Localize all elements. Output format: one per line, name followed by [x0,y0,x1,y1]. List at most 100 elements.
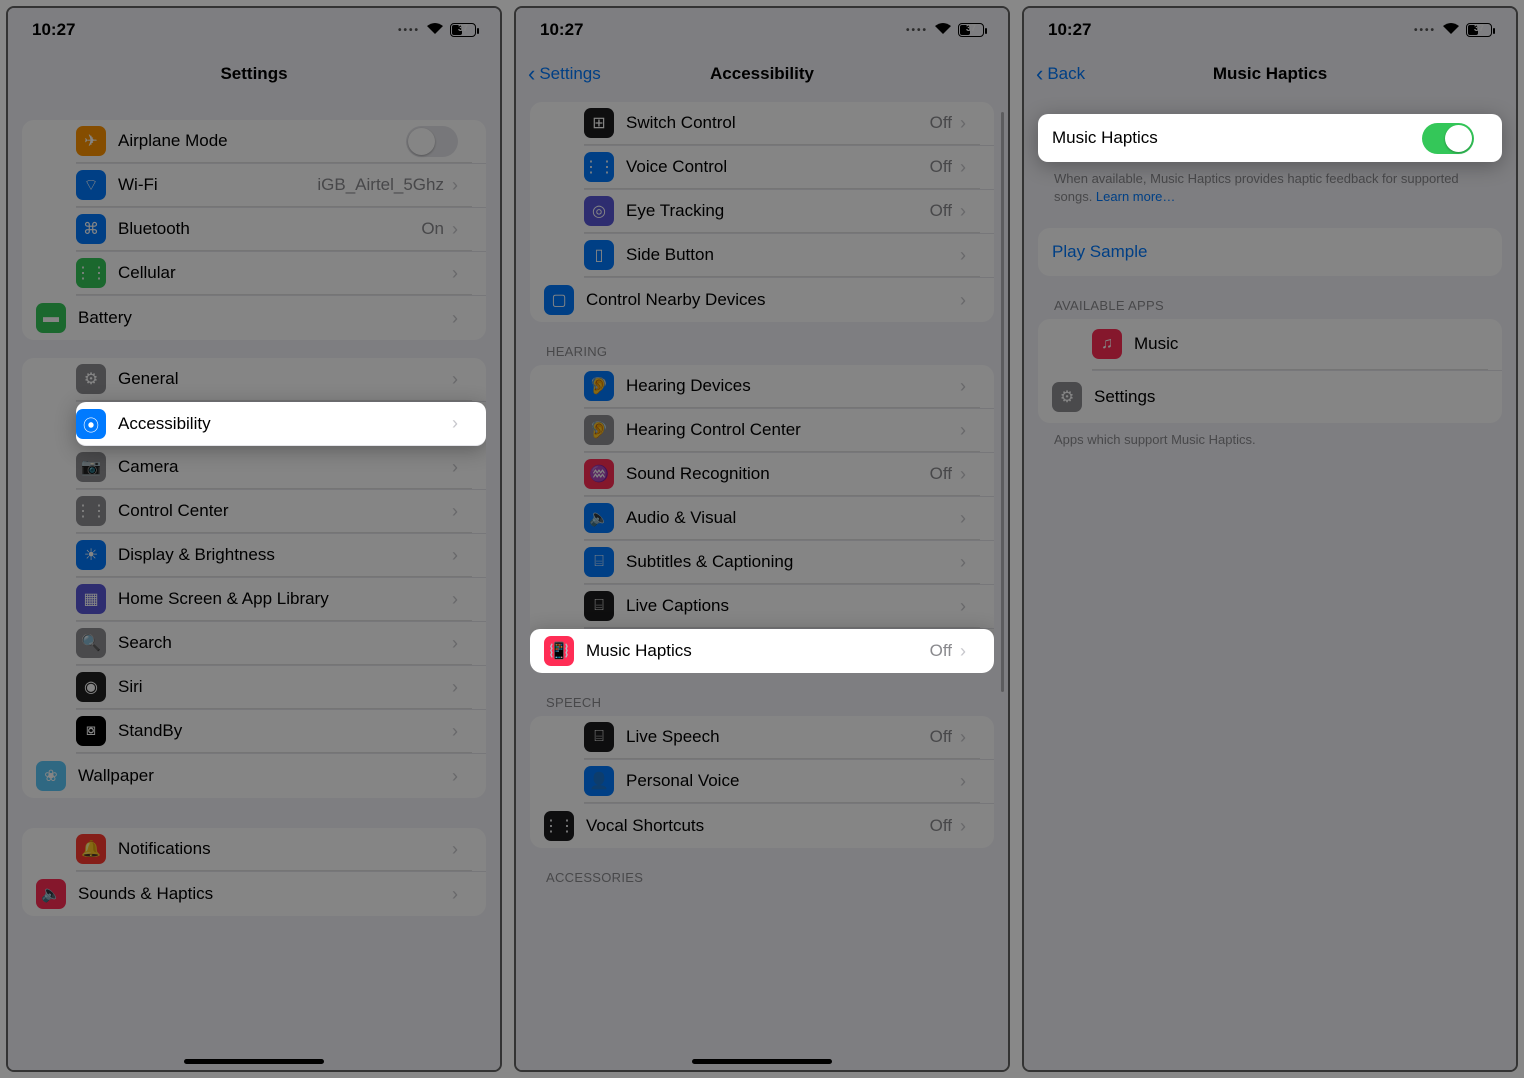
section-header-available-apps: Available Apps [1038,276,1502,319]
row-live-captions[interactable]: ⌸Live Captions› [584,585,994,629]
cellular-icon: ⋮⋮ [76,258,106,288]
row-label: Sounds & Haptics [78,884,452,904]
row-label: Hearing Devices [626,376,960,396]
row-cellular[interactable]: ⋮⋮Cellular› [76,252,486,296]
row-value: Off [930,727,952,747]
battery-icon: 37 [1466,23,1492,37]
row-hearing-devices[interactable]: 🦻Hearing Devices› [584,365,994,409]
row-wi-fi[interactable]: ⌔Wi-FiiGB_Airtel_5Ghz› [76,164,486,208]
row-hearing-control-center[interactable]: 🦻Hearing Control Center› [584,409,994,453]
row-notifications[interactable]: 🔔Notifications› [76,828,486,872]
app-label: Music [1134,334,1474,354]
row-siri[interactable]: ◉Siri› [76,666,486,710]
row-label: Switch Control [626,113,930,133]
play-sample-label: Play Sample [1052,242,1474,262]
chevron-right-icon: › [452,589,458,610]
scrollbar[interactable] [1001,112,1004,692]
chevron-right-icon: › [960,376,966,397]
nav-back-button[interactable]: ‹ Settings [528,52,601,96]
music-haptics-description: When available, Music Haptics provides h… [1038,162,1502,206]
chevron-right-icon: › [960,552,966,573]
app-row-settings[interactable]: ⚙Settings [1038,371,1502,423]
control-center-icon: ⋮⋮ [76,496,106,526]
nav-back-button[interactable]: ‹ Back [1036,52,1085,96]
row-label: Siri [118,677,452,697]
row-sounds-haptics[interactable]: 🔈Sounds & Haptics› [22,872,486,916]
music-haptics-toggle[interactable] [1422,123,1474,154]
status-time: 10:27 [32,20,75,40]
wifi-icon: ⌔ [76,170,106,200]
row-music-haptics[interactable]: 📳Music HapticsOff› [530,629,994,673]
row-live-speech[interactable]: ⌸Live SpeechOff› [584,716,994,760]
row-battery[interactable]: ▬Battery› [22,296,486,340]
battery-icon: ▬ [36,303,66,333]
row-value: iGB_Airtel_5Ghz [317,175,444,195]
learn-more-link[interactable]: Learn more… [1096,189,1175,204]
row-display-brightness[interactable]: ☀Display & Brightness› [76,534,486,578]
nav-back-label: Back [1047,64,1085,84]
live-captions-icon: ⌸ [584,591,614,621]
row-label: Control Nearby Devices [586,290,960,310]
notifications-icon: 🔔 [76,834,106,864]
sound-recognition-icon: ♒ [584,459,614,489]
row-personal-voice[interactable]: 👤Personal Voice› [584,760,994,804]
row-label: Camera [118,457,452,477]
personal-voice-icon: 👤 [584,766,614,796]
chevron-right-icon: › [452,633,458,654]
siri-icon: ◉ [76,672,106,702]
subtitles-icon: ⌸ [584,547,614,577]
camera-icon: 📷 [76,452,106,482]
row-control-center[interactable]: ⋮⋮Control Center› [76,490,486,534]
row-eye-tracking[interactable]: ◎Eye TrackingOff› [584,190,994,234]
switch-control-icon: ⊞ [584,108,614,138]
nav-bar: ‹ Back Music Haptics [1024,52,1516,96]
side-button-icon: ▯ [584,240,614,270]
row-search[interactable]: 🔍Search› [76,622,486,666]
music-haptics-toggle-label: Music Haptics [1052,128,1422,148]
row-standby[interactable]: ⧇StandBy› [76,710,486,754]
row-label: Airplane Mode [118,131,406,151]
row-voice-control[interactable]: ⋮⋮Voice ControlOff› [584,146,994,190]
row-airplane-mode[interactable]: ✈Airplane Mode [76,120,486,164]
home-indicator[interactable] [184,1059,324,1064]
battery-icon: 37 [450,23,476,37]
row-audio-visual[interactable]: 🔈Audio & Visual› [584,497,994,541]
row-label: Eye Tracking [626,201,930,221]
row-control-nearby-devices[interactable]: ▢Control Nearby Devices› [530,278,994,322]
row-switch-control[interactable]: ⊞Switch ControlOff› [584,102,994,146]
row-subtitles-captioning[interactable]: ⌸Subtitles & Captioning› [584,541,994,585]
row-wallpaper[interactable]: ❀Wallpaper› [22,754,486,798]
row-label: Battery [78,308,452,328]
toggle[interactable] [406,126,458,157]
chevron-right-icon: › [452,721,458,742]
row-label: Wallpaper [78,766,452,786]
section-header-speech: Speech [530,673,994,716]
row-home-screen-app-library[interactable]: ▦Home Screen & App Library› [76,578,486,622]
app-label: Settings [1094,387,1474,407]
row-value: Off [930,113,952,133]
row-value: Off [930,201,952,221]
page-title: Accessibility [710,64,814,84]
row-general[interactable]: ⚙General› [76,358,486,402]
status-bar: 10:27 •••• 37 [516,8,1008,52]
row-label: StandBy [118,721,452,741]
chevron-right-icon: › [960,727,966,748]
row-label: Hearing Control Center [626,420,960,440]
music-haptics-toggle-row[interactable]: Music Haptics [1038,114,1502,162]
row-camera[interactable]: 📷Camera› [76,446,486,490]
row-value: Off [930,816,952,836]
play-sample-button[interactable]: Play Sample [1038,228,1502,276]
row-vocal-shortcuts[interactable]: ⋮⋮Vocal ShortcutsOff› [530,804,994,848]
wifi-status-icon [1442,22,1460,38]
row-label: Accessibility [118,414,452,434]
app-row-music[interactable]: ♫Music [1092,319,1502,371]
search-icon: 🔍 [76,628,106,658]
row-accessibility[interactable]: ⦿Accessibility› [76,402,486,446]
row-sound-recognition[interactable]: ♒Sound RecognitionOff› [584,453,994,497]
display-icon: ☀ [76,540,106,570]
live-speech-icon: ⌸ [584,722,614,752]
row-side-button[interactable]: ▯Side Button› [584,234,994,278]
home-indicator[interactable] [692,1059,832,1064]
row-label: Vocal Shortcuts [586,816,930,836]
row-bluetooth[interactable]: ⌘BluetoothOn› [76,208,486,252]
